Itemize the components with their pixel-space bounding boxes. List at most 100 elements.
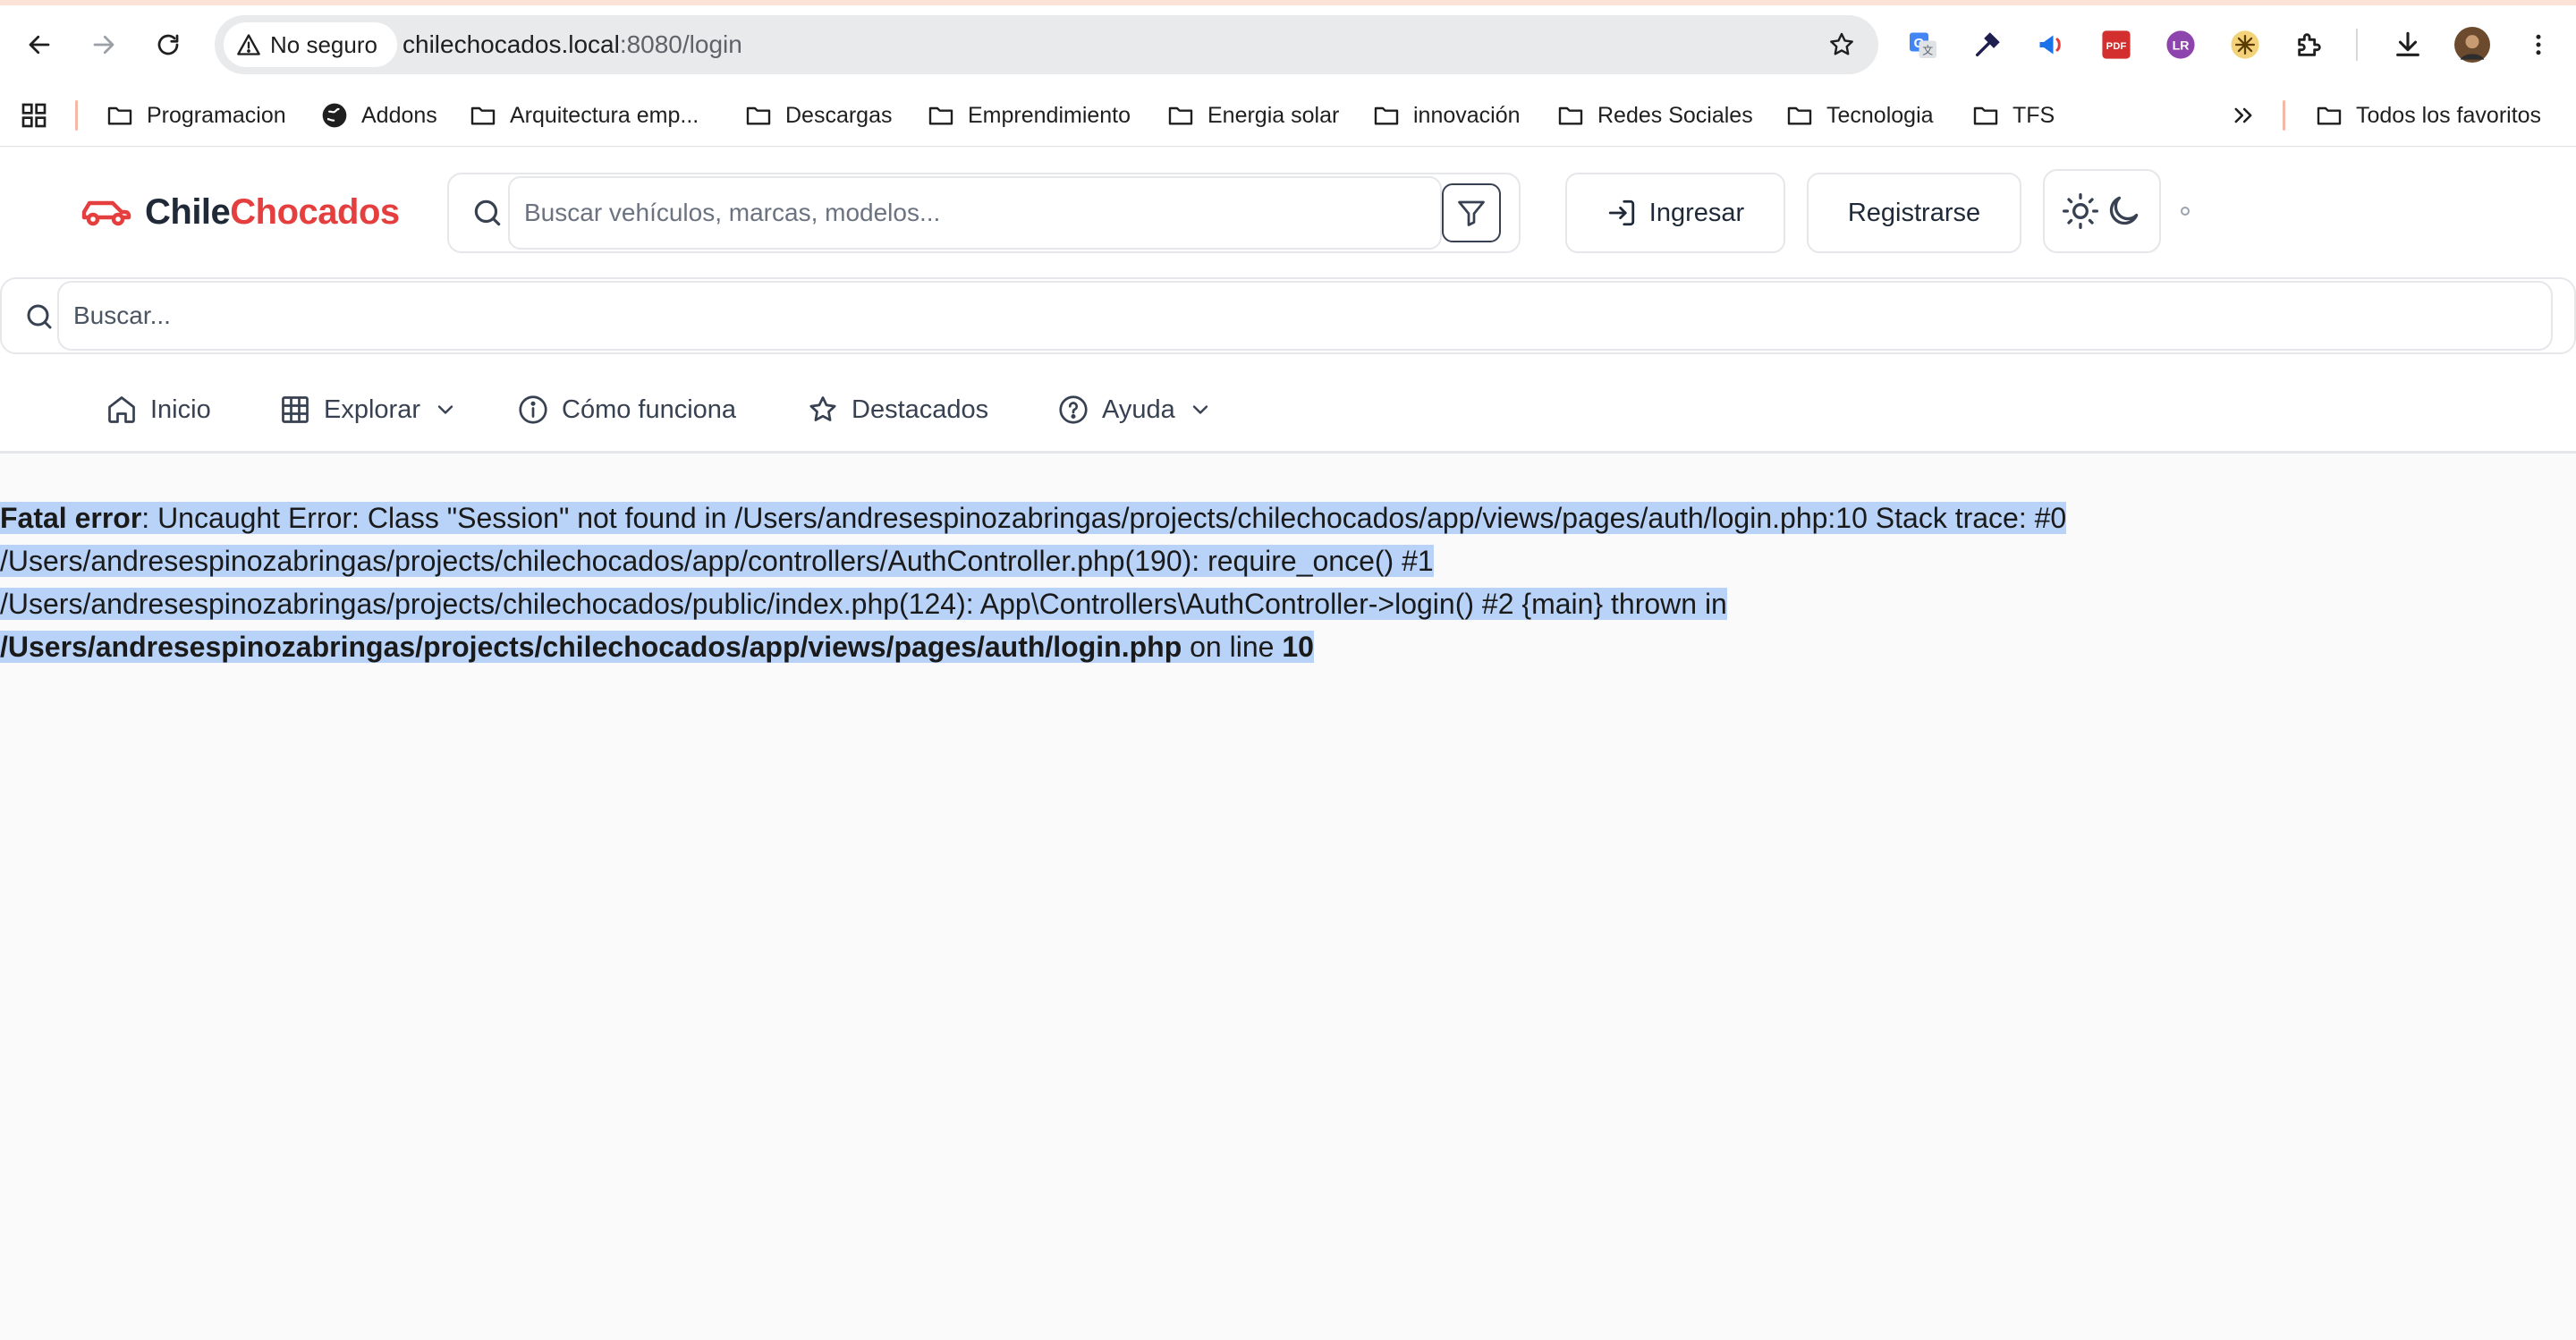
profile-ext-icon: LR	[2165, 30, 2196, 60]
theme-toggle-button[interactable]	[2043, 169, 2161, 253]
url-text[interactable]: chilechocados.local:8080/login	[402, 15, 742, 74]
folder-icon	[2315, 101, 2343, 130]
error-highlight: Fatal error: Uncaught Error: Class "Sess…	[0, 502, 2067, 534]
nav-label: Cómo funciona	[562, 394, 737, 424]
error-on-line-label: on line	[1182, 631, 1283, 663]
global-search	[0, 277, 2576, 354]
bookmark-programacion[interactable]: Programacion	[106, 89, 286, 141]
sun-icon	[2061, 191, 2100, 231]
sun-extension[interactable]	[2227, 27, 2263, 63]
site-header: ChileChocados Ingresar Registrarse	[0, 148, 2576, 454]
bookmark-star-button[interactable]	[1825, 28, 1859, 62]
error-line-1: Fatal error: Uncaught Error: Class "Sess…	[0, 496, 2576, 539]
bookmark-label: Programacion	[147, 102, 286, 128]
forward-button[interactable]	[82, 23, 125, 66]
warning-icon	[236, 32, 261, 57]
filter-button[interactable]	[1442, 183, 1501, 242]
bookmark-tfs[interactable]: TFS	[1971, 89, 2055, 141]
bookmark-innovacion[interactable]: innovación	[1372, 89, 1521, 141]
nav-label: Inicio	[150, 394, 211, 424]
bookmark-label: Emprendimiento	[968, 102, 1131, 128]
error-line-number: 10	[1282, 631, 1314, 663]
chevron-double-right-icon	[2231, 103, 2256, 128]
megaphone-extension[interactable]	[2034, 27, 2070, 63]
vehicle-search	[447, 173, 1521, 253]
reload-button[interactable]	[147, 23, 190, 66]
bookmarks-bar: Programacion Addons Arquitectura emp... …	[0, 89, 2576, 147]
security-label: No seguro	[270, 30, 377, 58]
bookmark-energia-solar[interactable]: Energia solar	[1166, 89, 1339, 141]
bookmark-label: Arquitectura emp...	[510, 102, 699, 128]
error-file: /Users/andresespinozabringas/projects/ch…	[0, 631, 1182, 663]
vehicle-search-input[interactable]	[510, 178, 1440, 248]
nav-item-ayuda[interactable]: Ayuda	[1057, 378, 1213, 441]
status-dot	[2181, 207, 2190, 216]
bookmark-tecnologia[interactable]: Tecnologia	[1785, 89, 1934, 141]
error-line-2: /Users/andresespinozabringas/projects/ch…	[0, 539, 2576, 582]
login-icon	[1606, 198, 1637, 228]
translate-icon: G文	[1907, 29, 1939, 61]
extensions-button[interactable]	[2292, 27, 2327, 63]
bookmark-emprendimiento[interactable]: Emprendimiento	[927, 89, 1131, 141]
bookmarks-separator	[2283, 100, 2285, 131]
global-search-input[interactable]	[59, 283, 2551, 349]
bookmarks-separator	[75, 100, 78, 131]
translate-extension[interactable]: G文	[1905, 27, 1941, 63]
nav-item-inicio[interactable]: Inicio	[106, 378, 211, 441]
kebab-menu-icon	[2525, 31, 2552, 58]
url-host: chilechocados.local	[402, 30, 620, 58]
bookmark-arquitectura[interactable]: Arquitectura emp...	[469, 89, 699, 141]
puzzle-icon	[2294, 30, 2325, 60]
chevron-down-icon	[433, 397, 458, 422]
globe-icon	[320, 101, 349, 130]
site-logo[interactable]: ChileChocados	[79, 191, 400, 233]
bookmark-redes-sociales[interactable]: Redes Sociales	[1556, 89, 1753, 141]
bookmark-label: TFS	[2012, 102, 2055, 128]
sun-ext-icon	[2230, 30, 2260, 60]
avatar	[2454, 27, 2490, 63]
register-button[interactable]: Registrarse	[1807, 173, 2021, 253]
folder-icon	[1372, 101, 1401, 130]
address-bar[interactable]: No seguro chilechocados.local:8080/login	[215, 15, 1878, 74]
bookmark-descargas[interactable]: Descargas	[744, 89, 893, 141]
nav-item-destacados[interactable]: Destacados	[807, 378, 988, 441]
star-icon	[807, 394, 839, 426]
bookmark-label: innovación	[1413, 102, 1521, 128]
error-line-3: /Users/andresespinozabringas/projects/ch…	[0, 582, 2576, 625]
nav-label: Explorar	[324, 394, 420, 424]
svg-text:PDF: PDF	[2106, 41, 2127, 52]
reload-icon	[155, 31, 182, 58]
browser-menu-button[interactable]	[2521, 27, 2556, 63]
downloads-button[interactable]	[2390, 27, 2426, 63]
search-icon	[23, 301, 55, 333]
php-error-message: Fatal error: Uncaught Error: Class "Sess…	[0, 496, 2576, 668]
folder-icon	[1166, 101, 1195, 130]
home-icon	[106, 394, 138, 426]
logo-text-chile: Chile	[145, 191, 231, 232]
download-icon	[2393, 30, 2423, 60]
back-button[interactable]	[18, 23, 61, 66]
bookmark-label: Energia solar	[1208, 102, 1340, 128]
folder-icon	[106, 101, 134, 130]
toolbar-separator	[2356, 29, 2358, 61]
folder-icon	[1785, 101, 1814, 130]
browser-toolbar: No seguro chilechocados.local:8080/login…	[0, 0, 2576, 89]
profile-extension[interactable]: LR	[2163, 27, 2199, 63]
bookmarks-overflow-button[interactable]	[2231, 89, 2256, 141]
pdf-extension[interactable]: PDF	[2098, 27, 2134, 63]
eyedropper-extension[interactable]	[1970, 27, 2005, 63]
nav-item-como-funciona[interactable]: Cómo funciona	[517, 378, 736, 441]
car-icon	[79, 191, 132, 233]
bookmark-label: Tecnologia	[1826, 102, 1934, 128]
folder-icon	[469, 101, 497, 130]
url-path: :8080/login	[619, 30, 742, 58]
error-line-4: /Users/andresespinozabringas/projects/ch…	[0, 625, 2576, 668]
bookmark-addons[interactable]: Addons	[320, 89, 437, 141]
login-button[interactable]: Ingresar	[1565, 173, 1785, 253]
all-bookmarks-button[interactable]: Todos los favoritos	[2315, 89, 2541, 141]
logo-text-chocados: Chocados	[230, 191, 400, 232]
profile-avatar-button[interactable]	[2454, 27, 2490, 63]
security-chip[interactable]: No seguro	[224, 22, 397, 67]
apps-button[interactable]	[20, 89, 48, 141]
nav-item-explorar[interactable]: Explorar	[279, 378, 458, 441]
